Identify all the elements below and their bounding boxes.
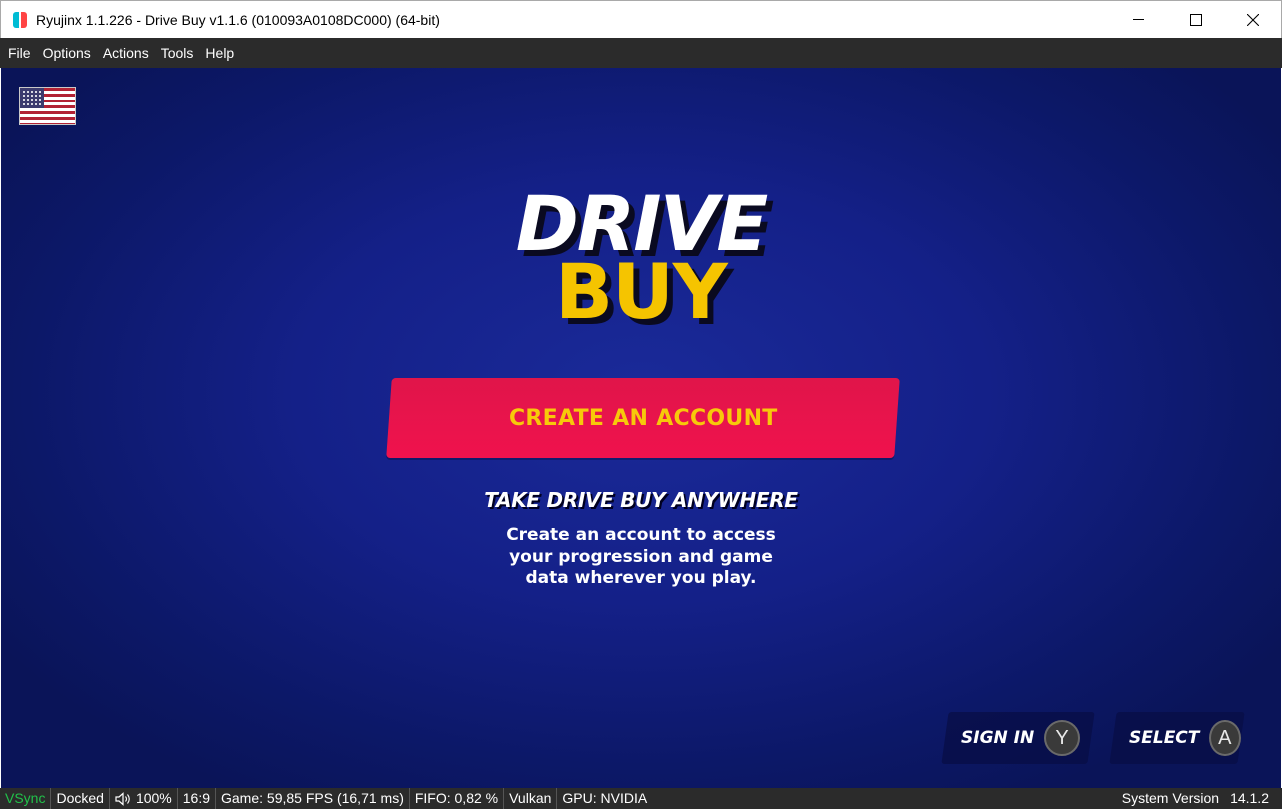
sign-in-hint[interactable]: SIGN IN Y xyxy=(941,712,1095,764)
ryujinx-app-icon xyxy=(10,10,30,30)
volume-level: 100% xyxy=(135,790,172,806)
menu-help[interactable]: Help xyxy=(199,38,240,68)
window-title: Ryujinx 1.1.226 - Drive Buy v1.1.6 (0100… xyxy=(36,11,440,28)
create-account-label: CREATE AN ACCOUNT xyxy=(508,405,778,431)
y-button-icon: Y xyxy=(1044,720,1081,756)
graphics-backend: Vulkan xyxy=(504,788,558,809)
tagline: TAKE DRIVE BUY ANYWHERE xyxy=(484,488,798,512)
close-button[interactable] xyxy=(1224,1,1281,39)
minimize-icon xyxy=(1133,19,1144,20)
menu-file[interactable]: File xyxy=(2,38,37,68)
volume-control[interactable]: 100% xyxy=(110,788,178,809)
description-line: Create an account to access xyxy=(506,525,776,545)
game-screen[interactable]: DRIVE BUY CREATE AN ACCOUNT TAKE DRIVE B… xyxy=(1,68,1281,788)
system-version: 14.1.2 xyxy=(1230,790,1269,806)
fifo-status: FIFO: 0,82 % xyxy=(410,788,505,809)
status-bar: VSync Docked 100% 16:9 Game: 59,85 FPS (… xyxy=(0,788,1282,809)
us-flag-icon[interactable] xyxy=(19,87,76,125)
aspect-ratio-toggle[interactable]: 16:9 xyxy=(178,788,216,809)
description-line: data wherever you play. xyxy=(525,568,757,588)
menu-actions[interactable]: Actions xyxy=(97,38,155,68)
select-label: SELECT xyxy=(1129,728,1200,748)
game-fps: Game: 59,85 FPS (16,71 ms) xyxy=(216,788,410,809)
dock-mode-toggle[interactable]: Docked xyxy=(51,788,110,809)
a-button-icon: A xyxy=(1209,720,1241,756)
minimize-button[interactable] xyxy=(1110,1,1167,39)
maximize-button[interactable] xyxy=(1167,1,1224,39)
menu-bar: File Options Actions Tools Help xyxy=(0,38,1282,68)
vsync-toggle[interactable]: VSync xyxy=(0,788,52,809)
speaker-icon xyxy=(115,791,130,806)
maximize-icon xyxy=(1189,14,1202,26)
title-bar: Ryujinx 1.1.226 - Drive Buy v1.1.6 (0100… xyxy=(0,0,1282,38)
select-hint[interactable]: SELECT A xyxy=(1109,712,1245,764)
menu-options[interactable]: Options xyxy=(37,38,97,68)
gpu-name: GPU: NVIDIA xyxy=(562,790,648,806)
description-line: your progression and game xyxy=(509,546,773,567)
close-icon xyxy=(1246,14,1259,26)
description: Create an account to access your progres… xyxy=(441,525,841,590)
system-version-label: System Version xyxy=(1121,790,1220,806)
create-account-button[interactable]: CREATE AN ACCOUNT xyxy=(386,378,900,458)
logo-buy: BUY xyxy=(555,247,728,336)
menu-tools[interactable]: Tools xyxy=(155,38,200,68)
sign-in-label: SIGN IN xyxy=(961,728,1035,748)
